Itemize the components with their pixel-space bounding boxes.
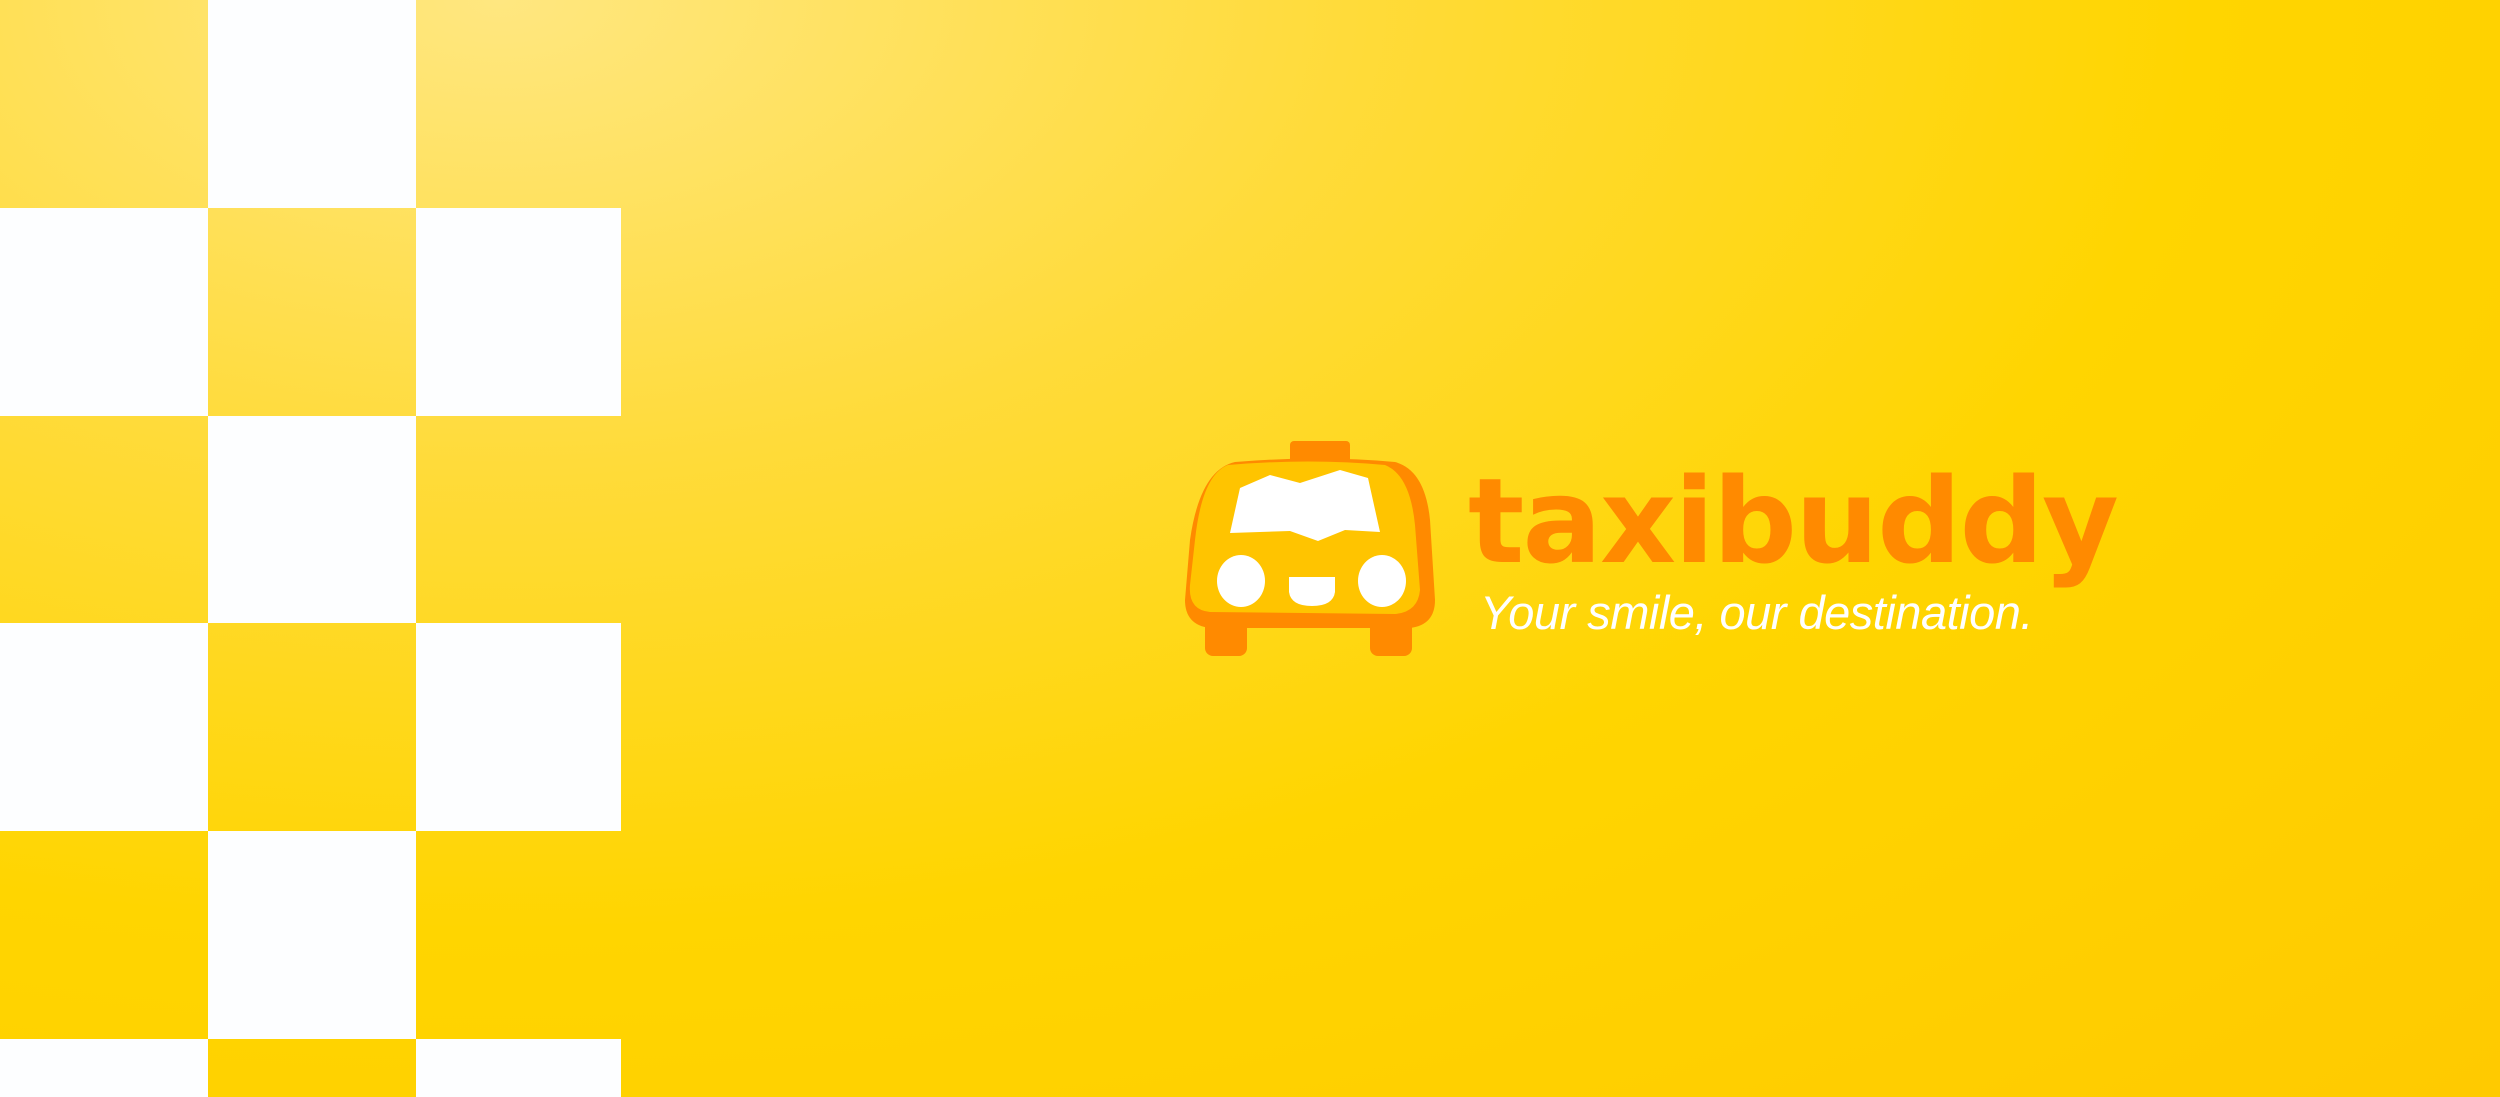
taxi-car-smiling-icon (1185, 441, 1435, 656)
brand-tagline: Your smile, our destination. (1480, 586, 2033, 639)
brand-wordmark: taxibuddy (1468, 452, 2119, 590)
